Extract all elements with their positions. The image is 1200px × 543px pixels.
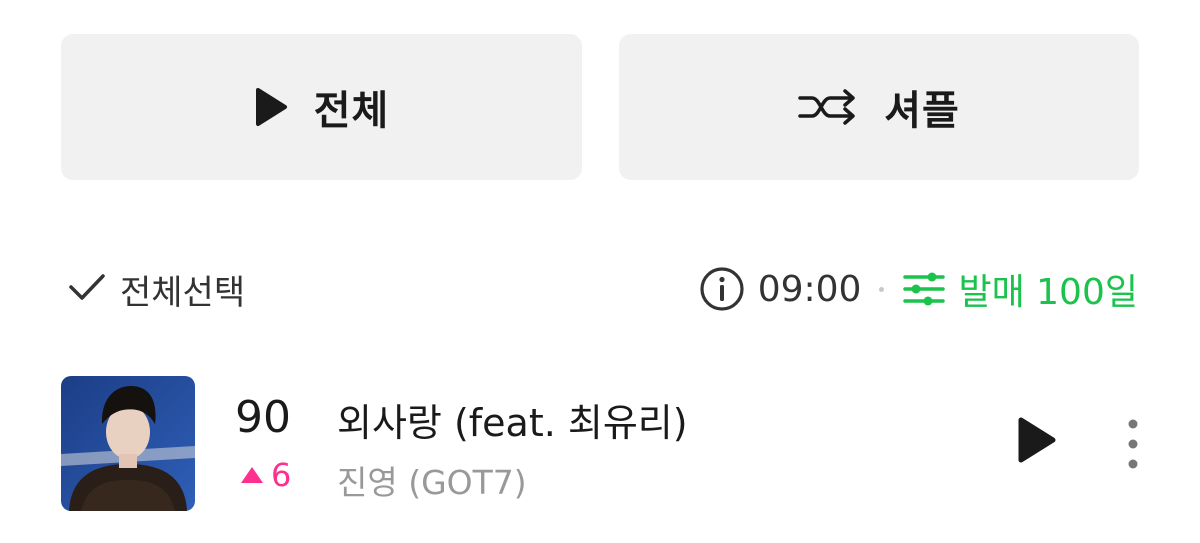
- more-vertical-icon: [1123, 418, 1143, 470]
- rank-number: 90: [235, 392, 291, 443]
- shuffle-label: 셔플: [884, 88, 960, 134]
- song-play-button[interactable]: [1016, 416, 1058, 464]
- triangle-up-icon: [239, 465, 265, 485]
- shuffle-icon: [798, 87, 858, 127]
- select-all-label: 전체선택: [120, 272, 246, 313]
- sliders-icon: [902, 269, 946, 309]
- rank-change: 6: [239, 456, 291, 494]
- album-cover[interactable]: [61, 376, 195, 511]
- chart-meta: 09:00 발매 100일: [698, 263, 1138, 315]
- info-icon[interactable]: [698, 265, 746, 313]
- release-filter-button[interactable]: 발매 100일: [902, 263, 1138, 315]
- release-filter-label: 발매 100일: [958, 272, 1138, 313]
- song-artist[interactable]: 진영 (GOT7): [337, 456, 527, 504]
- song-title[interactable]: 외사랑 (feat. 최유리): [337, 392, 688, 447]
- play-icon: [1016, 416, 1058, 464]
- check-icon: [68, 272, 106, 306]
- shuffle-button[interactable]: 셔플: [619, 34, 1139, 180]
- play-all-button[interactable]: 전체: [61, 34, 582, 180]
- rank-change-value: 6: [271, 456, 292, 494]
- separator-dot: [879, 286, 885, 292]
- chart-time: 09:00: [757, 268, 862, 310]
- song-row: 90 6 외사랑 (feat. 최유리) 진영 (GOT7): [61, 376, 1160, 511]
- list-toolbar: 전체선택 09:00 발매 100일: [68, 258, 1138, 320]
- play-all-label: 전체: [313, 88, 390, 134]
- select-all-button[interactable]: 전체선택: [68, 265, 245, 314]
- play-icon: [254, 87, 288, 127]
- song-more-button[interactable]: [1123, 418, 1143, 470]
